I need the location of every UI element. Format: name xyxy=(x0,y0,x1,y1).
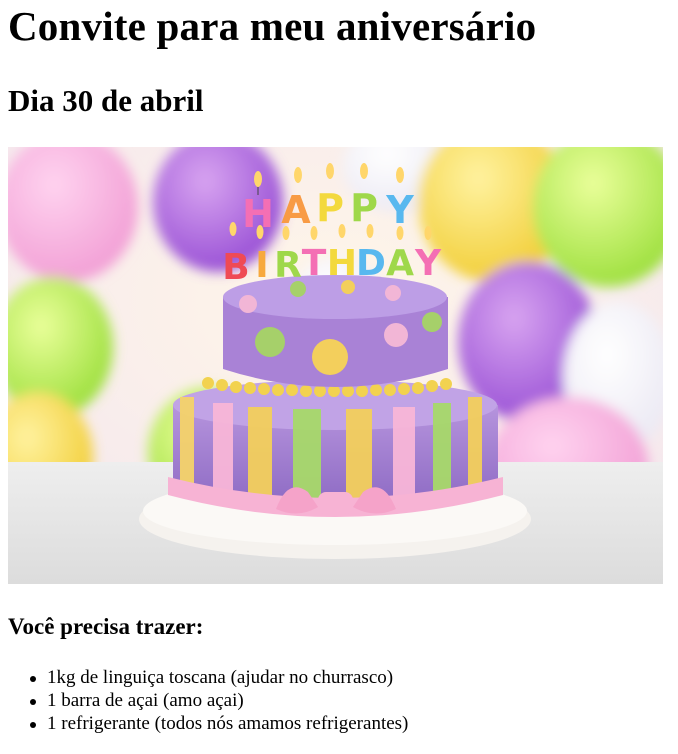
svg-text:D: D xyxy=(356,243,386,284)
svg-text:Y: Y xyxy=(385,188,414,232)
svg-text:Y: Y xyxy=(414,243,442,284)
list-item: 1kg de linguiça toscana (ajudar no churr… xyxy=(30,666,670,689)
list-item: 1 barra de açai (amo açai) xyxy=(30,689,670,712)
svg-text:A: A xyxy=(386,243,414,284)
svg-text:H: H xyxy=(327,243,357,284)
bring-list: 1kg de linguiça toscana (ajudar no churr… xyxy=(8,666,670,735)
svg-text:I: I xyxy=(255,245,268,286)
bring-heading: Você precisa trazer: xyxy=(8,614,204,639)
list-item: 1 refrigerante (todos nós amamos refrige… xyxy=(30,712,670,735)
svg-text:B: B xyxy=(222,247,249,288)
page-title: Convite para meu aniversário xyxy=(8,3,537,49)
svg-text:P: P xyxy=(350,186,378,230)
svg-text:T: T xyxy=(302,243,327,284)
svg-text:A: A xyxy=(281,188,311,232)
invite-page: Convite para meu aniversário Dia 30 de a… xyxy=(8,0,670,735)
svg-text:R: R xyxy=(274,245,302,286)
birthday-cake-image: H A P P Y B I R T H D A Y xyxy=(8,147,663,584)
svg-text:P: P xyxy=(316,186,344,230)
event-date: Dia 30 de abril xyxy=(8,83,204,118)
